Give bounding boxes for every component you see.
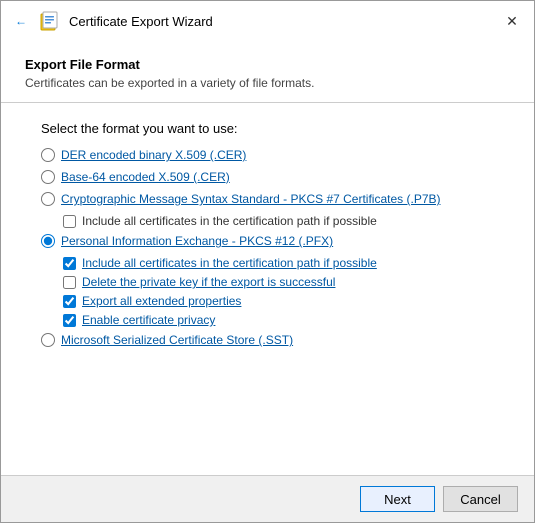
checkbox-export-props-label[interactable]: Export all extended properties — [82, 294, 241, 308]
checkbox-delete-key-label[interactable]: Delete the private key if the export is … — [82, 275, 335, 289]
radio-sst-label[interactable]: Microsoft Serialized Certificate Store (… — [61, 333, 293, 347]
radio-pkcs7-label[interactable]: Cryptographic Message Syntax Standard - … — [61, 192, 441, 206]
pfx-options: Include all certificates in the certific… — [63, 256, 494, 327]
radio-sst: Microsoft Serialized Certificate Store (… — [41, 333, 494, 347]
radio-der: DER encoded binary X.509 (.CER) — [41, 148, 494, 162]
checkbox-cert-privacy: Enable certificate privacy — [63, 313, 494, 327]
window-title: Certificate Export Wizard — [69, 14, 213, 29]
radio-sst-input[interactable] — [41, 333, 55, 347]
dialog: ← Certificate Export Wizard ✕ Export Fil… — [0, 0, 535, 523]
radio-pfx-input[interactable] — [41, 234, 55, 248]
checkbox-delete-key-input[interactable] — [63, 276, 76, 289]
checkbox-export-props-input[interactable] — [63, 295, 76, 308]
checkbox-include-certs: Include all certificates in the certific… — [63, 256, 494, 270]
radio-pfx-label[interactable]: Personal Information Exchange - PKCS #12… — [61, 234, 333, 248]
radio-base64: Base-64 encoded X.509 (.CER) — [41, 170, 494, 184]
radio-der-label[interactable]: DER encoded binary X.509 (.CER) — [61, 148, 246, 162]
cancel-button[interactable]: Cancel — [443, 486, 518, 512]
radio-pfx: Personal Information Exchange - PKCS #12… — [41, 234, 494, 248]
radio-base64-label[interactable]: Base-64 encoded X.509 (.CER) — [61, 170, 230, 184]
checkbox-delete-key: Delete the private key if the export is … — [63, 275, 494, 289]
content-area: Export File Format Certificates can be e… — [1, 39, 534, 475]
close-button[interactable]: ✕ — [500, 9, 524, 33]
back-button[interactable]: ← — [11, 11, 31, 31]
export-format-desc: Certificates can be exported in a variet… — [25, 76, 510, 90]
checkbox-include-pkcs7: Include all certificates in the certific… — [63, 214, 494, 228]
main-section: Select the format you want to use: DER e… — [1, 103, 534, 475]
radio-base64-input[interactable] — [41, 170, 55, 184]
checkbox-cert-privacy-label[interactable]: Enable certificate privacy — [82, 313, 215, 327]
checkbox-include-certs-label[interactable]: Include all certificates in the certific… — [82, 256, 377, 270]
checkbox-export-props: Export all extended properties — [63, 294, 494, 308]
header-section: Export File Format Certificates can be e… — [1, 39, 534, 103]
title-bar: ← Certificate Export Wizard ✕ — [1, 1, 534, 39]
title-bar-left: ← Certificate Export Wizard — [11, 10, 213, 32]
radio-der-input[interactable] — [41, 148, 55, 162]
export-format-title: Export File Format — [25, 57, 510, 72]
next-button[interactable]: Next — [360, 486, 435, 512]
radio-pkcs7-input[interactable] — [41, 192, 55, 206]
checkbox-include-certs-input[interactable] — [63, 257, 76, 270]
checkbox-include-pkcs7-label[interactable]: Include all certificates in the certific… — [82, 214, 377, 228]
pkcs7-options: Include all certificates in the certific… — [63, 214, 494, 228]
wizard-icon — [39, 10, 61, 32]
footer: Next Cancel — [1, 475, 534, 522]
checkbox-include-pkcs7-input[interactable] — [63, 215, 76, 228]
select-label: Select the format you want to use: — [41, 121, 494, 136]
checkbox-cert-privacy-input[interactable] — [63, 314, 76, 327]
radio-pkcs7: Cryptographic Message Syntax Standard - … — [41, 192, 494, 206]
